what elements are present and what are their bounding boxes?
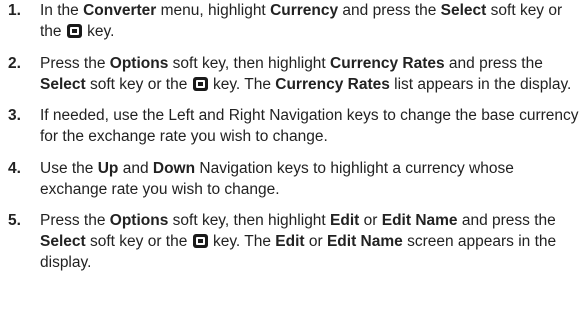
step-text: and press the (457, 212, 556, 229)
select-key-icon (66, 24, 82, 38)
step-text: Use the (40, 159, 98, 177)
item-name-edit-name: Edit Name (381, 212, 458, 229)
item-name-edit: Edit (330, 212, 360, 229)
step-text: and press the (338, 2, 441, 19)
screen-name-edit-name: Edit Name (326, 233, 403, 250)
step-1: 1. In the Converter menu, highlight Curr… (0, 0, 587, 42)
step-number: 1. (8, 2, 21, 19)
key-name-select: Select (440, 2, 487, 19)
step-2: 2. Press the Options soft key, then high… (0, 53, 587, 95)
item-name-currency: Currency (270, 2, 339, 19)
select-key-icon (192, 234, 208, 248)
step-text: or (304, 233, 327, 250)
step-text: or (359, 212, 382, 229)
key-name-select: Select (40, 75, 86, 93)
key-name-select: Select (40, 233, 86, 250)
key-name-up: Up (97, 159, 119, 177)
step-4: 4. Use the Up and Down Navigation keys t… (0, 158, 587, 200)
step-text: list appears in the display. (389, 75, 572, 93)
step-text: soft key, then highlight (168, 54, 331, 72)
step-text: Press the (40, 54, 110, 72)
step-text: key. The (208, 75, 276, 93)
step-text: soft key or the (85, 233, 192, 250)
step-text: If needed, use the Left and Right Naviga… (40, 107, 579, 145)
step-number: 4. (8, 159, 21, 177)
menu-name-converter: Converter (83, 2, 157, 19)
item-name-currency-rates: Currency Rates (330, 54, 445, 72)
step-text: In the (40, 2, 84, 19)
step-number: 3. (8, 107, 21, 124)
step-5: 5. Press the Options soft key, then high… (0, 210, 587, 273)
step-number: 5. (8, 212, 21, 229)
step-text: soft key, then highlight (168, 212, 331, 229)
step-text: soft key or the (85, 75, 192, 93)
step-text: Press the (40, 212, 110, 229)
step-3: 3. If needed, use the Left and Right Nav… (0, 105, 587, 147)
step-text: key. (82, 23, 115, 40)
step-text: and press the (444, 54, 543, 72)
instruction-steps: 1. In the Converter menu, highlight Curr… (0, 0, 587, 284)
step-text: and (118, 159, 153, 177)
key-name-options: Options (109, 54, 169, 72)
step-text: menu, highlight (156, 2, 271, 19)
select-key-icon (192, 76, 208, 91)
step-number: 2. (8, 54, 21, 72)
list-name-currency-rates: Currency Rates (275, 75, 390, 93)
key-name-options: Options (109, 212, 169, 229)
key-name-down: Down (152, 159, 196, 177)
screen-name-edit: Edit (275, 233, 305, 250)
step-text: key. The (208, 233, 276, 250)
